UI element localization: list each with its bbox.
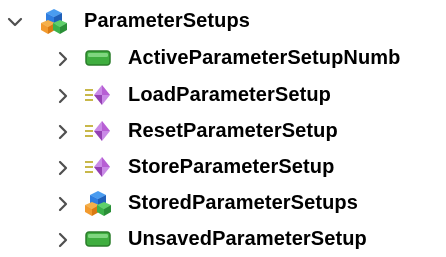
tree-node-storedparametersetups[interactable]: StoredParameterSetups: [0, 185, 446, 221]
object-folder-icon: [85, 191, 111, 216]
variable-icon: [85, 231, 111, 247]
chevron-right-icon[interactable]: [54, 195, 72, 213]
tree-node-storeparametersetup[interactable]: StoreParameterSetup: [0, 149, 446, 185]
method-icon: [85, 157, 110, 177]
chevron-right-icon[interactable]: [54, 231, 72, 249]
chevron-down-icon[interactable]: [6, 13, 24, 31]
tree-node-label: ParameterSetups: [84, 10, 251, 32]
tree-node-label: ActiveParameterSetupNumb: [128, 47, 401, 69]
tree-node-label: ResetParameterSetup: [128, 120, 338, 142]
tree-node-label: StoredParameterSetups: [128, 192, 358, 214]
tree-node-activeparametersetupnumber[interactable]: ActiveParameterSetupNumb: [0, 40, 446, 76]
method-icon: [85, 121, 110, 141]
tree-node-resetparametersetup[interactable]: ResetParameterSetup: [0, 113, 446, 149]
tree-node-label: StoreParameterSetup: [128, 156, 335, 178]
tree-node-loadparametersetup[interactable]: LoadParameterSetup: [0, 77, 446, 113]
variable-icon: [85, 50, 111, 66]
tree-node-unsavedparametersetup[interactable]: UnsavedParameterSetup: [0, 221, 446, 257]
chevron-right-icon[interactable]: [54, 50, 72, 68]
tree-node-parametersetups[interactable]: ParameterSetups: [0, 3, 446, 39]
chevron-right-icon[interactable]: [54, 159, 72, 177]
tree-node-label: LoadParameterSetup: [128, 84, 331, 106]
chevron-right-icon[interactable]: [54, 123, 72, 141]
chevron-right-icon[interactable]: [54, 87, 72, 105]
tree-node-label: UnsavedParameterSetup: [128, 228, 367, 250]
method-icon: [85, 85, 110, 105]
address-space-tree: ParameterSetups ActiveParameterSetupNumb…: [0, 0, 446, 251]
object-folder-icon: [41, 9, 67, 34]
